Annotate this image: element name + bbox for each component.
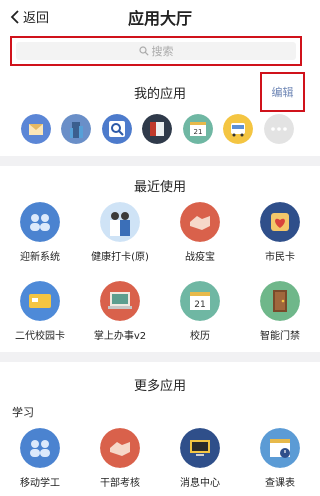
category-label: 学习 (12, 406, 34, 419)
book-icon[interactable] (142, 114, 172, 144)
laptop-icon (100, 281, 140, 321)
heart-card-icon (260, 202, 300, 242)
app-item[interactable]: 健康打卡(原) (80, 202, 160, 263)
app-label: 健康打卡(原) (91, 252, 149, 263)
svg-text:21: 21 (194, 300, 205, 310)
app-item[interactable]: 干部考核 (80, 428, 160, 489)
app-label: 干部考核 (100, 478, 140, 489)
my-apps-section: 我的应用 编辑 21 (0, 72, 320, 156)
more-apps-title: 更多应用 (133, 379, 186, 394)
magnifier-icon[interactable] (102, 114, 132, 144)
people-icon (20, 428, 60, 468)
app-item[interactable]: 消息中心 (160, 428, 240, 489)
app-label: 市民卡 (265, 252, 295, 263)
monitor-icon (180, 428, 220, 468)
calendar-icon: 21 (180, 281, 220, 321)
edit-button[interactable]: 编辑 (260, 72, 305, 112)
campus-card-icon (20, 281, 60, 321)
envelope-icon[interactable] (21, 114, 51, 144)
app-item[interactable]: 掌上办事v2 (80, 281, 160, 342)
app-item[interactable]: 查课表 (240, 428, 320, 489)
app-item[interactable]: 智能门禁 (240, 281, 320, 342)
app-label: 智能门禁 (260, 331, 300, 342)
handshake-icon (180, 202, 220, 242)
search-highlight-box: 搜索 (10, 36, 302, 66)
app-label: 消息中心 (180, 478, 220, 489)
svg-text:21: 21 (194, 128, 203, 136)
app-label: 校历 (190, 331, 210, 342)
app-label: 查课表 (265, 478, 295, 489)
more-apps-section: 更多应用 学习 移动学工 干部考核 消息中心 查课表 (0, 362, 320, 496)
recent-apps-title: 最近使用 (133, 180, 186, 195)
app-label: 战疫宝 (185, 252, 215, 263)
handshake-icon (100, 428, 140, 468)
app-label: 掌上办事v2 (93, 331, 147, 342)
search-input[interactable]: 搜索 (16, 42, 296, 60)
app-item[interactable]: 市民卡 (240, 202, 320, 263)
page-title: 应用大厅 (127, 9, 192, 28)
app-label: 迎新系统 (20, 252, 60, 263)
search-icon (138, 46, 149, 56)
door-icon (260, 281, 300, 321)
app-item[interactable]: 21 校历 (160, 281, 240, 342)
app-item[interactable]: 二代校园卡 (0, 281, 80, 342)
calendar-icon[interactable]: 21 (183, 114, 213, 144)
app-item[interactable]: 迎新系统 (0, 202, 80, 263)
app-label: 移动学工 (20, 478, 60, 489)
more-icon[interactable] (264, 114, 294, 144)
doctors-icon (100, 202, 140, 242)
schedule-icon (260, 428, 300, 468)
search-area: 搜索 (0, 32, 320, 72)
top-bar: 返回 应用大厅 (0, 0, 320, 32)
people-icon (20, 202, 60, 242)
app-label: 二代校园卡 (15, 331, 65, 342)
app-item[interactable]: 战疫宝 (160, 202, 240, 263)
search-placeholder: 搜索 (151, 45, 174, 58)
recent-apps-section: 最近使用 迎新系统 健康打卡(原) 战疫宝 市民卡 二代校园卡 掌上办事v2 2… (0, 166, 320, 352)
building-icon[interactable] (61, 114, 91, 144)
bus-icon[interactable] (223, 114, 253, 144)
app-item[interactable]: 移动学工 (0, 428, 80, 489)
